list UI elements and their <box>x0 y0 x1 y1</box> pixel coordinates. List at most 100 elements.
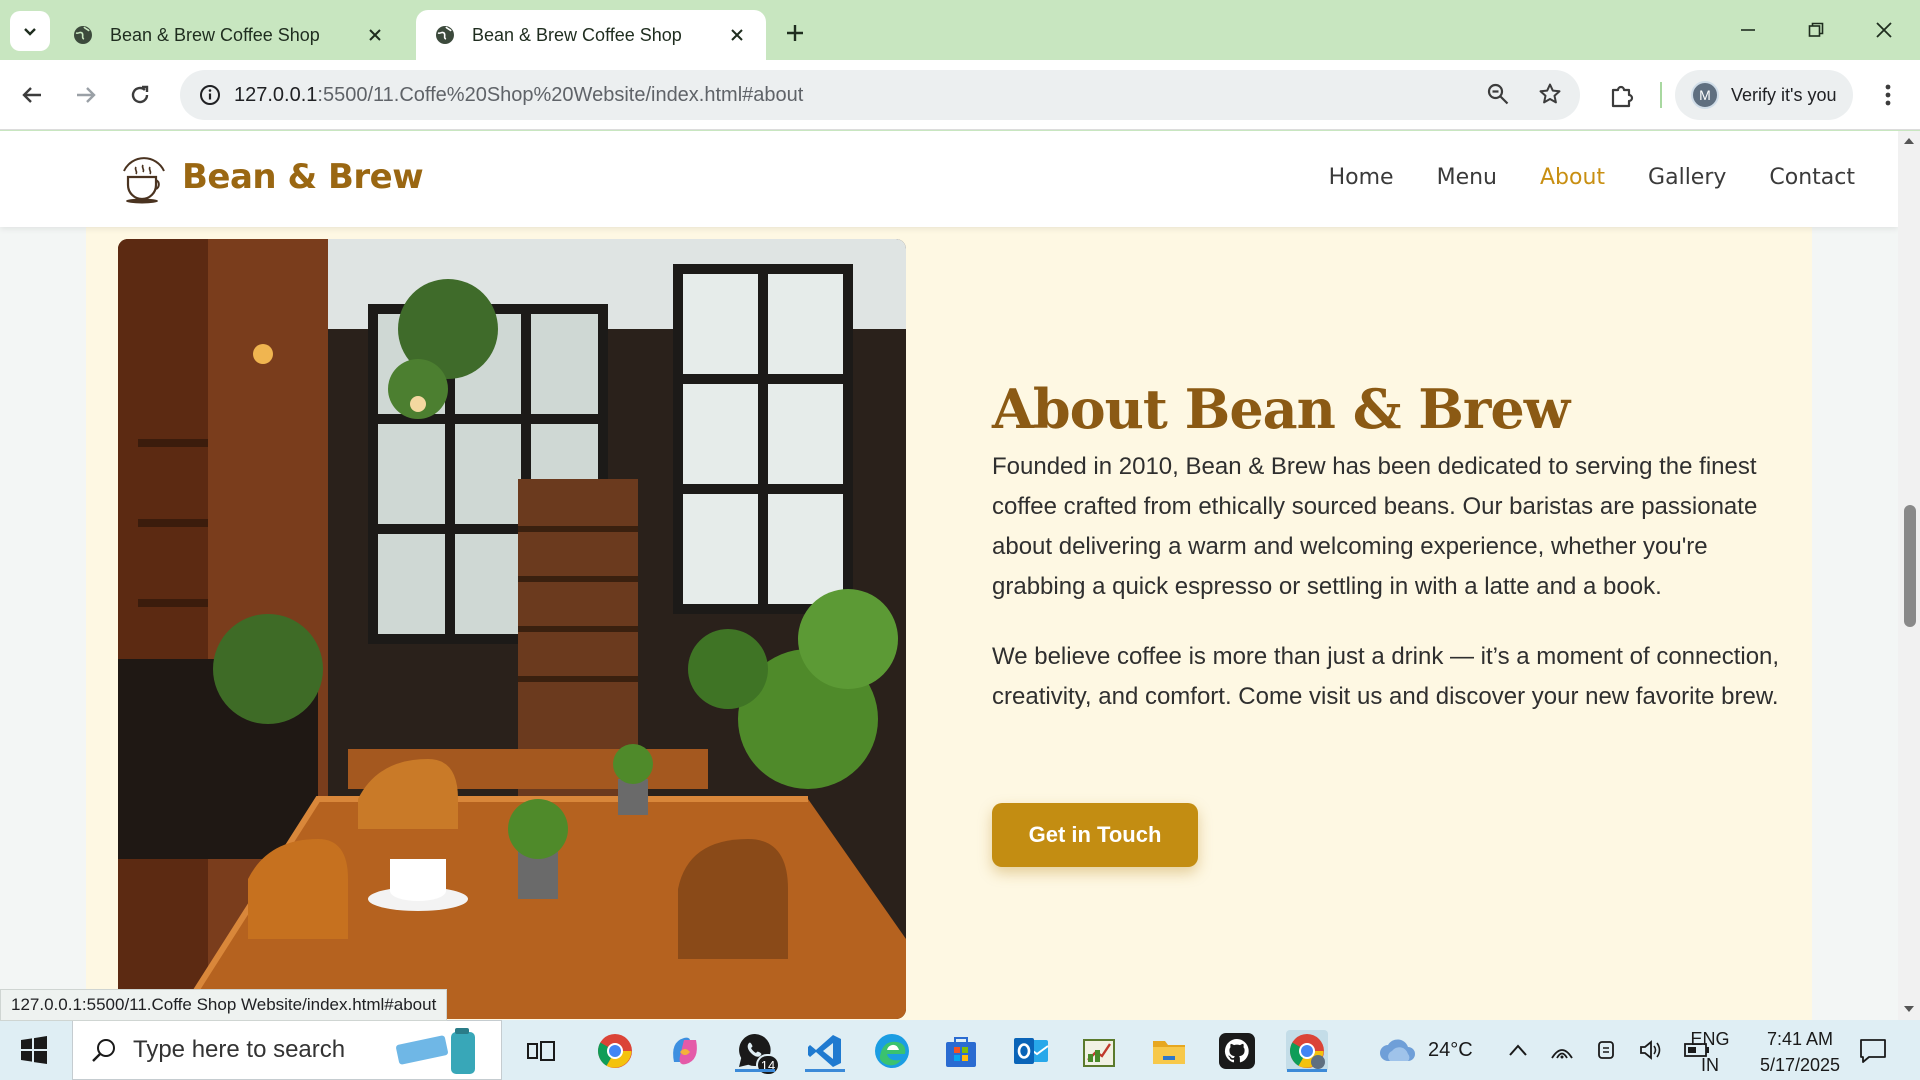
store-icon <box>946 1037 976 1067</box>
weather-widget[interactable]: 24°C <box>1378 1020 1473 1080</box>
meet-now-icon[interactable] <box>1596 1039 1616 1061</box>
back-button[interactable] <box>14 77 50 113</box>
forward-button[interactable] <box>68 77 104 113</box>
taskbar-copilot[interactable] <box>664 1030 706 1072</box>
running-indicator <box>1287 1069 1327 1072</box>
brand-name[interactable]: Bean & Brew <box>182 157 424 197</box>
running-indicator <box>735 1069 775 1072</box>
running-indicator <box>805 1069 845 1072</box>
globe-icon <box>74 26 92 44</box>
link-status-bar: 127.0.0.1:5500/11.Coffe Shop Website/ind… <box>0 989 448 1021</box>
nav-gallery[interactable]: Gallery <box>1648 165 1726 190</box>
cafe-interior-photo <box>118 239 906 1019</box>
travel-search-highlight-icon <box>396 1028 475 1074</box>
chevron-down-icon <box>24 28 36 36</box>
reload-icon <box>131 85 149 104</box>
zoom-icon[interactable] <box>1486 82 1510 106</box>
whatsapp-badge: 14 <box>756 1054 780 1076</box>
nav-contact[interactable]: Contact <box>1769 165 1855 190</box>
main-nav: Home Menu About Gallery Contact <box>1329 165 1898 190</box>
chart-app-icon <box>1083 1039 1115 1067</box>
address-bar[interactable]: 127.0.0.1:5500/11.Coffe%20Shop%20Website… <box>180 70 1580 120</box>
profile-verify-button[interactable]: M Verify it's you <box>1675 70 1853 120</box>
volume-icon[interactable] <box>1638 1039 1662 1061</box>
site-info-icon[interactable] <box>194 84 226 106</box>
restore-button[interactable] <box>1796 14 1836 46</box>
close-tab-icon[interactable] <box>726 24 748 46</box>
nav-about[interactable]: About <box>1540 165 1605 190</box>
bookmark-star-icon[interactable] <box>1538 82 1562 106</box>
close-window-button[interactable] <box>1864 14 1904 46</box>
taskbar-github[interactable] <box>1216 1030 1258 1072</box>
vscode-icon <box>808 1035 841 1067</box>
about-section: About Bean & Brew Founded in 2010, Bean … <box>86 227 1812 1020</box>
lang-code: ENG <box>1690 1029 1730 1049</box>
taskbar-file-explorer[interactable] <box>1148 1030 1190 1072</box>
clock-time: 7:41 AM <box>1766 1029 1834 1049</box>
taskbar-vscode[interactable] <box>804 1030 846 1072</box>
start-button[interactable] <box>20 1036 48 1064</box>
task-view-button[interactable] <box>520 1030 562 1072</box>
tab-inactive[interactable]: Bean & Brew Coffee Shop <box>54 10 404 60</box>
minimize-icon <box>1741 29 1755 31</box>
verify-label: Verify it's you <box>1731 84 1837 105</box>
taskbar-app-chart[interactable] <box>1078 1030 1120 1072</box>
site-header: Bean & Brew Home Menu About Gallery Cont… <box>0 131 1898 227</box>
taskbar-clock[interactable]: 7:41 AM 5/17/2025 <box>1740 1026 1860 1078</box>
taskbar-chrome-profile[interactable] <box>1286 1030 1328 1072</box>
browser-menu-button[interactable] <box>1870 77 1906 113</box>
puzzle-icon <box>1611 85 1634 108</box>
page-viewport: Bean & Brew Home Menu About Gallery Cont… <box>0 131 1898 1020</box>
about-paragraph: Founded in 2010, Bean & Brew has been de… <box>992 453 1758 600</box>
notification-icon <box>1860 1039 1886 1063</box>
url-text: 127.0.0.1:5500/11.Coffe%20Shop%20Website… <box>234 84 803 107</box>
system-tray <box>1508 1020 1710 1080</box>
taskbar-store[interactable] <box>940 1030 982 1072</box>
arrow-right-icon <box>77 87 96 103</box>
search-icon <box>92 1039 115 1062</box>
url-path: :5500/11.Coffe%20Shop%20Website/index.ht… <box>317 83 804 106</box>
tab-strip: Bean & Brew Coffee Shop Bean & Brew Coff… <box>0 0 1920 60</box>
page-scrollbar[interactable] <box>1898 131 1920 1020</box>
tab-search-button[interactable] <box>10 11 50 51</box>
chrome-icon <box>1290 1034 1325 1069</box>
show-hidden-icons-icon[interactable] <box>1508 1043 1528 1057</box>
close-icon <box>1876 22 1892 38</box>
scroll-down-icon[interactable] <box>1903 1003 1915 1015</box>
network-icon[interactable] <box>1550 1040 1574 1060</box>
restore-icon <box>1808 22 1824 37</box>
url-host: 127.0.0.1 <box>234 83 318 106</box>
taskbar-search[interactable]: Type here to search <box>72 1020 502 1080</box>
input-language[interactable]: ENG IN <box>1690 1026 1730 1078</box>
tab-title: Bean & Brew Coffee Shop <box>472 24 682 45</box>
extensions-button[interactable] <box>1604 77 1640 113</box>
scroll-up-icon[interactable] <box>1903 135 1915 147</box>
notifications-button[interactable] <box>1852 1030 1894 1072</box>
nav-home[interactable]: Home <box>1329 165 1394 190</box>
taskbar-outlook[interactable] <box>1010 1030 1052 1072</box>
about-paragraph: We believe coffee is more than just a dr… <box>992 643 1780 710</box>
chrome-icon <box>598 1034 632 1068</box>
windows-taskbar: Type here to search 14 24°C ENG IN 7:41 … <box>0 1020 1920 1080</box>
task-view-icon <box>527 1041 555 1061</box>
reload-button[interactable] <box>122 77 158 113</box>
tab-active[interactable]: Bean & Brew Coffee Shop <box>416 10 766 60</box>
coffee-logo-icon[interactable] <box>116 151 172 207</box>
cloud-icon <box>1380 1039 1415 1061</box>
weather-temp: 24°C <box>1428 1038 1473 1061</box>
toolbar-divider <box>1660 82 1662 108</box>
about-title: About Bean & Brew <box>992 377 1570 441</box>
tab-title: Bean & Brew Coffee Shop <box>110 24 320 45</box>
taskbar-edge[interactable] <box>871 1030 913 1072</box>
globe-icon <box>436 26 454 44</box>
new-tab-button[interactable] <box>780 18 810 48</box>
minimize-button[interactable] <box>1728 14 1768 46</box>
nav-menu[interactable]: Menu <box>1437 165 1497 190</box>
github-icon <box>1219 1033 1255 1069</box>
windows-icon <box>21 1036 47 1064</box>
taskbar-chrome[interactable] <box>594 1030 636 1072</box>
close-tab-icon[interactable] <box>364 24 386 46</box>
get-in-touch-button[interactable]: Get in Touch <box>992 803 1198 867</box>
scrollbar-thumb[interactable] <box>1904 505 1916 627</box>
taskbar-whatsapp[interactable]: 14 <box>734 1030 780 1076</box>
